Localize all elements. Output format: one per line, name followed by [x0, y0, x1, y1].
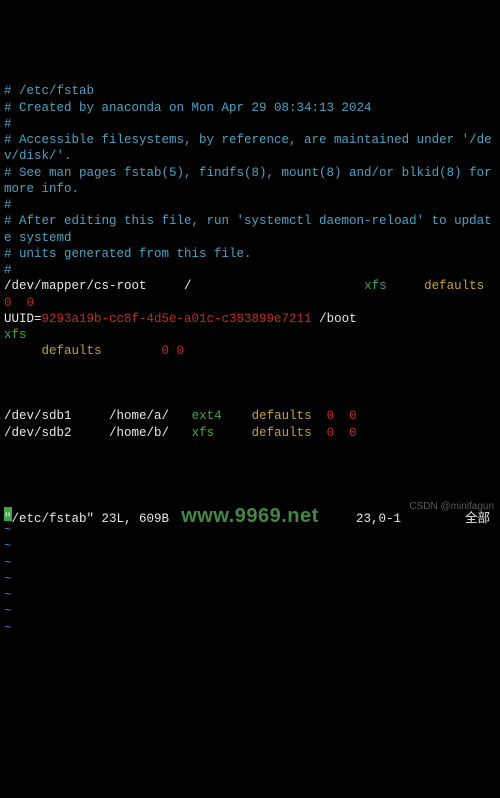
comment-line: # /etc/fstab: [4, 84, 94, 98]
fstab-mount: /home/b/: [109, 426, 169, 440]
fstab-fstype: xfs: [4, 328, 27, 342]
vim-tilde: ~: [4, 604, 12, 618]
vim-tilde: ~: [4, 588, 12, 602]
fstab-dump-pass: 0 0: [327, 409, 357, 423]
fstab-options: defaults: [424, 279, 484, 293]
fstab-options: defaults: [252, 409, 312, 423]
terminal-viewport[interactable]: # /etc/fstab # Created by anaconda on Mo…: [0, 65, 500, 636]
fstab-fstype: xfs: [192, 426, 215, 440]
vim-tilde: ~: [4, 556, 12, 570]
fstab-device: /dev/sdb1: [4, 409, 72, 423]
comment-line: # After editing this file, run 'systemct…: [4, 214, 492, 244]
fstab-device: /dev/mapper/cs-root: [4, 279, 147, 293]
fstab-mount: /home/a/: [109, 409, 169, 423]
comment-line: # units generated from this file.: [4, 247, 252, 261]
fstab-fstype: ext4: [192, 409, 222, 423]
comment-line: # Accessible filesystems, by reference, …: [4, 133, 492, 163]
fstab-uuid-label: UUID=: [4, 312, 42, 326]
comment-line: #: [4, 117, 12, 131]
fstab-mount: /boot: [319, 312, 357, 326]
fstab-uuid-value: 9293a19b-cc8f-4d5e-a01c-c383899e7211: [42, 312, 312, 326]
vim-tilde: ~: [4, 572, 12, 586]
fstab-dump-pass: 0 0: [162, 344, 185, 358]
status-cursor-pos: 23,0-1: [356, 511, 436, 527]
comment-line: #: [4, 198, 12, 212]
comment-line: # Created by anaconda on Mon Apr 29 08:3…: [4, 101, 372, 115]
status-file-info: "/etc/fstab" 23L, 609B: [4, 511, 356, 527]
vim-tilde: ~: [4, 621, 12, 635]
comment-line: #: [4, 263, 12, 277]
fstab-mount: /: [147, 279, 192, 293]
comment-line: # See man pages fstab(5), findfs(8), mou…: [4, 166, 499, 196]
fstab-fstype: xfs: [364, 279, 387, 293]
fstab-device: /dev/sdb2: [4, 426, 72, 440]
fstab-options: defaults: [42, 344, 102, 358]
status-scroll-pos: 全部: [436, 511, 496, 527]
vim-tilde: ~: [4, 539, 12, 553]
fstab-dump-pass: 0 0: [327, 426, 357, 440]
vim-status-bar: "/etc/fstab" 23L, 609B 23,0-1 全部: [4, 511, 496, 527]
fstab-options: defaults: [252, 426, 312, 440]
